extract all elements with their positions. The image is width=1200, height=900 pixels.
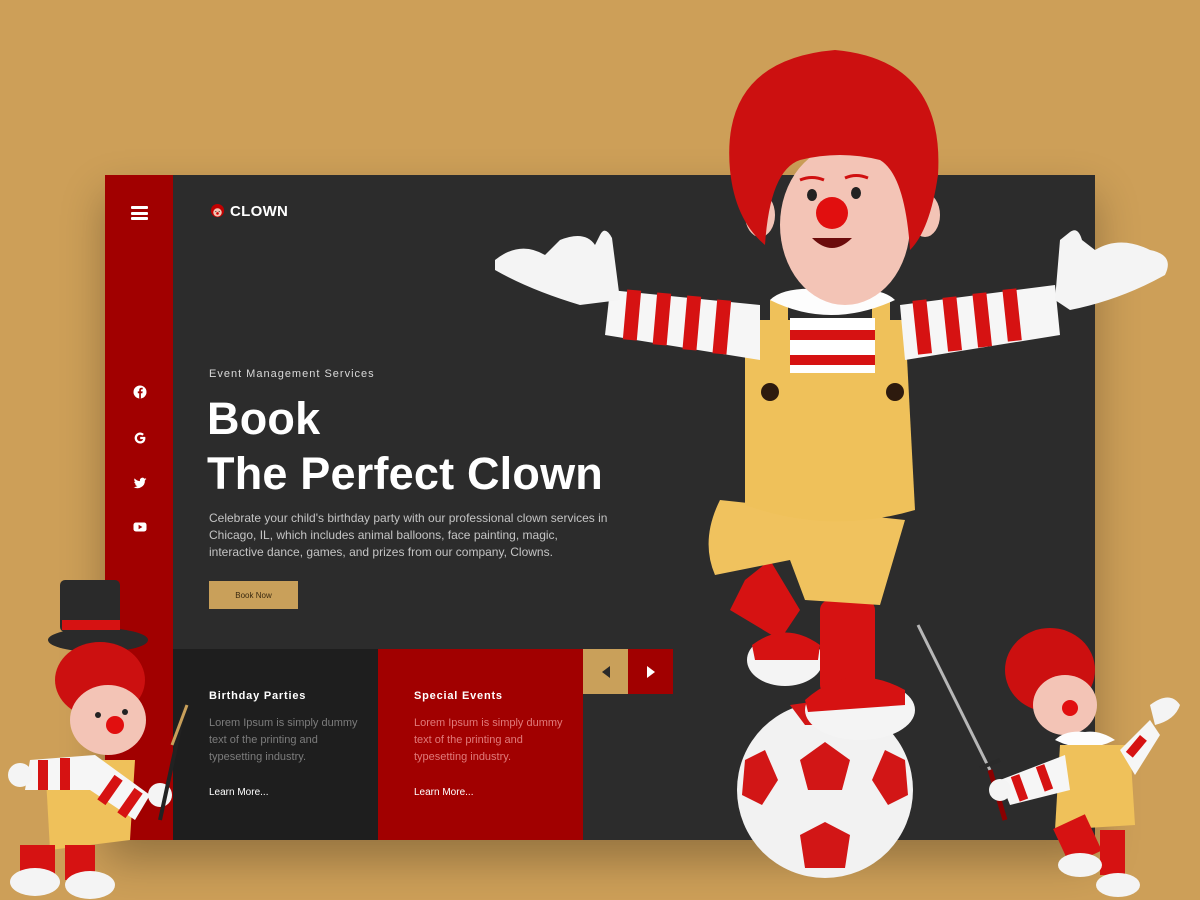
service-title: Birthday Parties: [209, 690, 307, 702]
learn-more-link[interactable]: Learn More...: [209, 787, 268, 798]
hero-eyebrow: Event Management Services: [209, 368, 375, 380]
learn-more-link[interactable]: Learn More...: [414, 787, 473, 798]
book-now-button[interactable]: Book Now: [209, 581, 298, 609]
clown-sword-illustration: [916, 624, 1180, 897]
service-card-birthday-parties: Birthday Parties Lorem Ipsum is simply d…: [173, 649, 378, 840]
service-text: Lorem Ipsum is simply dummy text of the …: [209, 717, 358, 763]
clown-logo-icon: [210, 204, 225, 218]
google-icon[interactable]: [132, 430, 148, 446]
brand-name: CLOWN: [230, 203, 289, 220]
youtube-icon[interactable]: [132, 519, 148, 535]
hamburger-menu-icon[interactable]: [131, 206, 148, 220]
twitter-icon[interactable]: [132, 475, 148, 491]
brand-logo[interactable]: CLOWN: [210, 203, 288, 220]
clown-tophat-illustration: [8, 580, 189, 899]
facebook-icon[interactable]: [132, 384, 148, 400]
